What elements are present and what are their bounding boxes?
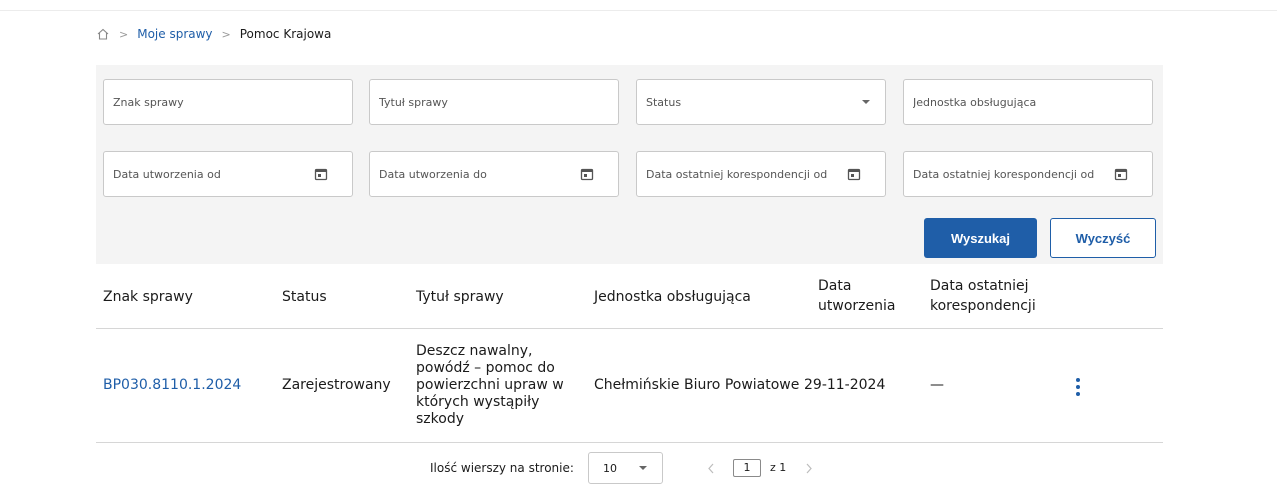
created-date-cell: 29-11-2024 [804,377,886,393]
created-from-placeholder: Data utworzenia od [113,167,221,181]
chevron-right-icon[interactable] [805,463,813,474]
correspondence-from-field[interactable]: Data ostatniej korespondencji od [636,151,886,197]
chevron-right-icon: > [119,27,129,41]
current-page-input[interactable]: 1 [733,459,761,477]
status-cell: Zarejestrowany [282,377,391,393]
clear-button[interactable]: Wyczyść [1050,218,1156,258]
chevron-right-icon: > [221,27,231,41]
header-unit[interactable]: Jednostka obsługująca [594,288,751,306]
title-cell-line: Deszcz nawalny, [416,343,533,359]
header-case-number[interactable]: Znak sprawy [103,288,193,306]
chevron-down-icon [862,100,870,104]
unit-placeholder: Jednostka obsługująca [913,95,1037,109]
status-select[interactable]: Status [636,79,886,125]
case-title-placeholder: Tytuł sprawy [379,95,448,109]
home-icon[interactable] [96,27,110,41]
table-row: BP030.8110.1.2024 Zarejestrowany Deszcz … [96,329,1163,443]
correspondence-from-placeholder: Data ostatniej korespondencji od [646,167,828,181]
breadcrumb: > Moje sprawy > Pomoc Krajowa [96,27,331,41]
header-created-date-line2[interactable]: utworzenia [818,297,895,315]
breadcrumb-link-moje-sprawy[interactable]: Moje sprawy [137,27,212,41]
title-cell-line: powierzchni upraw w [416,377,564,393]
correspondence-to-field[interactable]: Data ostatniej korespondencji od [903,151,1153,197]
kebab-menu-icon[interactable] [1075,377,1081,397]
calendar-icon[interactable] [314,167,328,181]
chevron-left-icon[interactable] [707,463,715,474]
pagination: Ilość wierszy na stronie: 10 1 z 1 [0,452,1277,484]
rows-per-page-label: Ilość wierszy na stronie: [430,461,574,475]
top-divider [0,10,1277,11]
header-created-date-line1[interactable]: Data [818,277,851,295]
created-to-field[interactable]: Data utworzenia do [369,151,619,197]
unit-cell: Chełmińskie Biuro Powiatowe [594,377,800,393]
header-correspondence-date-line2[interactable]: korespondencji [930,297,1036,315]
total-pages-label: z 1 [770,461,787,474]
calendar-icon[interactable] [847,167,861,181]
rows-per-page-select[interactable]: 10 [588,452,663,484]
chevron-down-icon [639,466,647,470]
rows-per-page-value: 10 [603,461,617,475]
title-cell-line: szkody [416,411,464,427]
status-placeholder: Status [646,95,682,109]
breadcrumb-current: Pomoc Krajowa [239,27,332,41]
correspondence-date-cell: — [930,377,944,393]
table-header: Znak sprawy Status Tytuł sprawy Jednostk… [96,264,1163,329]
title-cell-line: powódź – pomoc do [416,360,555,376]
header-status[interactable]: Status [282,288,327,306]
correspondence-to-placeholder: Data ostatniej korespondencji od [913,167,1095,181]
case-number-placeholder: Znak sprawy [113,95,184,109]
title-cell-line: których wystąpiły [416,394,540,410]
calendar-icon[interactable] [580,167,594,181]
created-to-placeholder: Data utworzenia do [379,167,487,181]
search-button[interactable]: Wyszukaj [924,218,1037,258]
cases-table: Znak sprawy Status Tytuł sprawy Jednostk… [96,264,1163,443]
case-number-link[interactable]: BP030.8110.1.2024 [103,377,241,394]
calendar-icon[interactable] [1114,167,1128,181]
created-from-field[interactable]: Data utworzenia od [103,151,353,197]
case-title-field[interactable]: Tytuł sprawy [369,79,619,125]
header-title[interactable]: Tytuł sprawy [416,288,504,306]
case-number-field[interactable]: Znak sprawy [103,79,353,125]
unit-field[interactable]: Jednostka obsługująca [903,79,1153,125]
header-correspondence-date-line1[interactable]: Data ostatniej [930,277,1029,295]
